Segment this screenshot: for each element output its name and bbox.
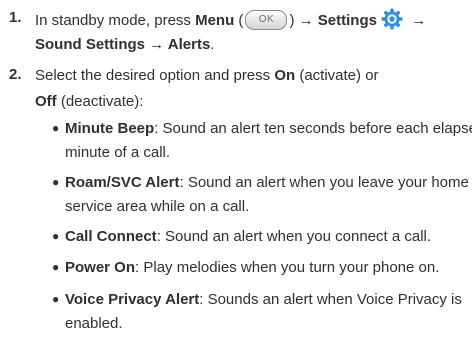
- option-line-2: service area while on a call.: [65, 198, 250, 215]
- period: .: [210, 36, 215, 53]
- step-1-line-1: In standby mode, press Menu (OK) → Setti…: [35, 7, 427, 33]
- off-description: (deactivate):: [56, 93, 144, 110]
- option-line-1: Roam/SVC Alert: Sound an alert when you …: [65, 173, 469, 193]
- on-label: On: [274, 67, 296, 84]
- option-desc: : Play melodies when you turn your phone…: [135, 259, 440, 276]
- step-number: 1.: [9, 9, 22, 26]
- settings-label: Settings: [317, 11, 377, 29]
- instruction-document: 1. In standby mode, press Menu (OK) → Se…: [0, 0, 472, 350]
- option-line-2: minute of a call.: [65, 144, 171, 161]
- option-name: Minute Beep: [65, 120, 155, 137]
- bullet-icon: ●: [52, 121, 60, 135]
- settings-gear-icon: [380, 7, 404, 31]
- option-desc: : Sound an alert when you connect a call…: [156, 228, 432, 245]
- option-desc: : Sounds an alert when Voice Privacy is: [199, 291, 462, 308]
- step-number: 2.: [9, 66, 22, 83]
- option-line-1: Power On: Play melodies when you turn yo…: [65, 258, 439, 278]
- step-2-line-1: Select the desired option and press On (…: [35, 66, 379, 86]
- step-1-line-2: Sound Settings → Alerts.: [35, 35, 214, 55]
- option-name: Roam/SVC Alert: [65, 174, 180, 191]
- arrow: →: [406, 11, 427, 29]
- option-desc: : Sound an alert ten seconds before each…: [154, 120, 472, 137]
- paren-close: ): [289, 11, 299, 29]
- option-name: Voice Privacy Alert: [65, 291, 200, 308]
- option-name: Call Connect: [65, 228, 157, 245]
- bullet-icon: ●: [52, 260, 60, 274]
- paren-open: (: [234, 11, 244, 29]
- on-description: (activate) or: [295, 67, 379, 84]
- option-line-2: enabled.: [65, 315, 123, 332]
- option-line-1: Minute Beep: Sound an alert ten seconds …: [65, 119, 472, 139]
- menu-path: Sound Settings → Alerts: [35, 36, 211, 53]
- off-label: Off: [35, 93, 57, 110]
- menu-label: Menu: [195, 11, 235, 29]
- option-desc: : Sound an alert when you leave your hom…: [179, 174, 469, 191]
- bullet-icon: ●: [52, 175, 60, 189]
- bullet-icon: ●: [52, 292, 60, 306]
- step-text: In standby mode, press: [35, 11, 196, 29]
- option-line-1: Call Connect: Sound an alert when you co…: [65, 227, 431, 247]
- option-line-1: Voice Privacy Alert: Sounds an alert whe…: [65, 290, 462, 310]
- arrow: →: [298, 11, 318, 29]
- ok-key-icon: OK: [245, 10, 288, 30]
- step-text: Select the desired option and press: [35, 67, 275, 84]
- step-2-line-2: Off (deactivate):: [35, 92, 143, 112]
- option-name: Power On: [65, 259, 136, 276]
- bullet-icon: ●: [52, 229, 60, 243]
